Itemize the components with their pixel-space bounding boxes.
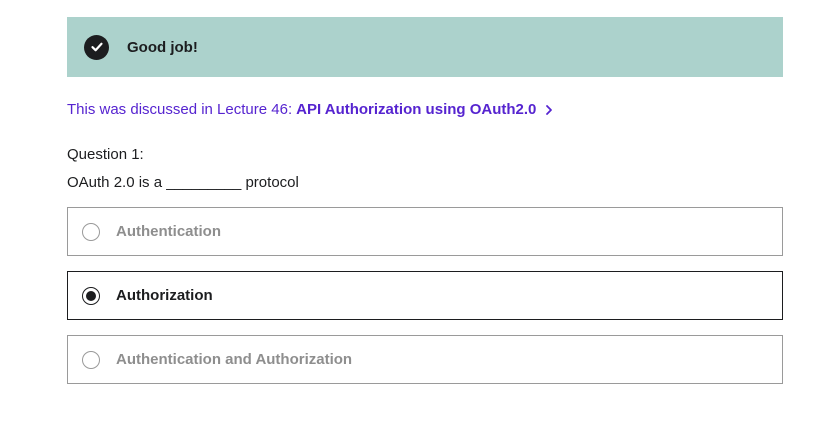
lecture-link-prefix: This was discussed in Lecture 46: <box>67 101 293 118</box>
lecture-link[interactable]: This was discussed in Lecture 46: API Au… <box>67 101 553 118</box>
check-circle-icon <box>84 34 109 60</box>
question-text: OAuth 2.0 is a _________ protocol <box>67 174 299 191</box>
answer-option-authentication[interactable]: Authentication <box>67 207 783 256</box>
answer-option-authorization[interactable]: Authorization <box>67 271 783 320</box>
banner-title: Good job! <box>127 38 198 56</box>
answer-label: Authorization <box>116 287 213 304</box>
radio-button[interactable] <box>82 350 100 369</box>
answer-label: Authentication <box>116 223 221 240</box>
question-number: Question 1: <box>67 146 144 163</box>
radio-dot <box>86 290 96 301</box>
chevron-right-icon <box>545 104 553 116</box>
lecture-link-title: API Authorization using OAuth2.0 <box>296 101 537 118</box>
answer-option-authentication-and-authorization[interactable]: Authentication and Authorization <box>67 335 783 384</box>
answer-label: Authentication and Authorization <box>116 351 353 368</box>
radio-button-selected[interactable] <box>82 286 100 305</box>
success-banner: Good job! <box>67 17 783 77</box>
radio-button[interactable] <box>82 222 100 241</box>
quiz-result-panel: Good job! This was discussed in Lecture … <box>0 0 820 433</box>
